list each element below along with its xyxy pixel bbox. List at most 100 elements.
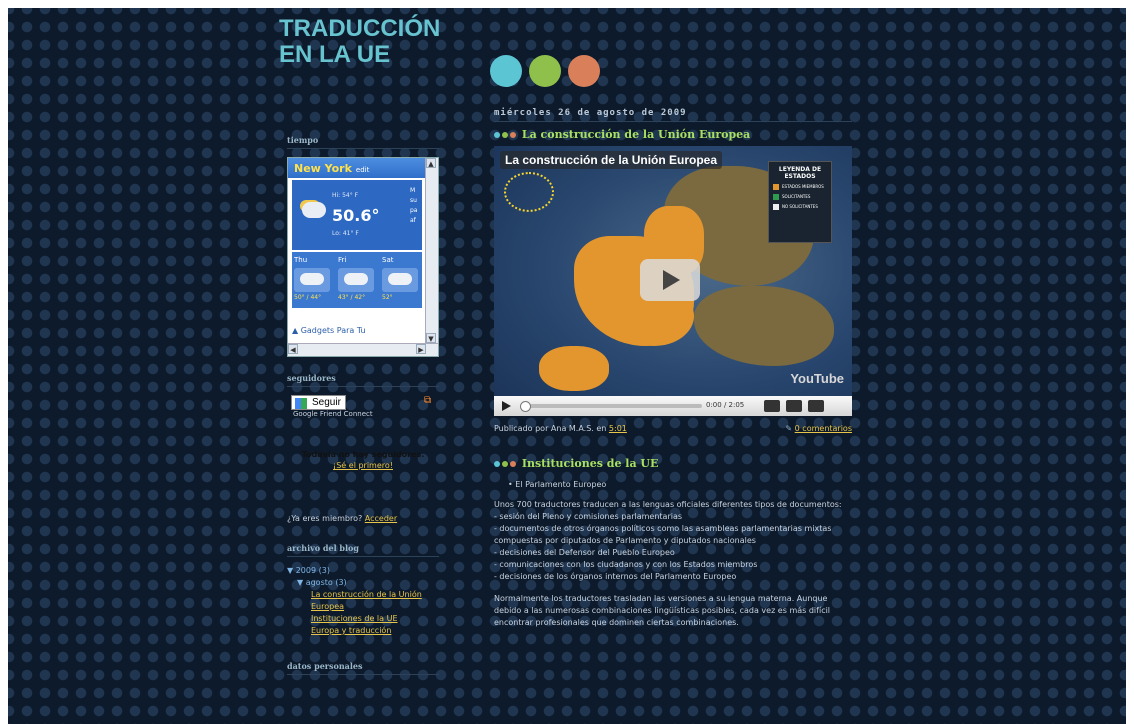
- comments-link[interactable]: 0 comentarios: [795, 424, 852, 433]
- archive-post: Europa y traducción: [311, 625, 439, 637]
- forecast-day: Thu 50° / 44°: [294, 256, 334, 301]
- post-title[interactable]: Instituciones de la UE: [494, 457, 852, 470]
- weather-forecast: Thu 50° / 44° Fri 43° / 42° Sat 52°: [292, 252, 422, 308]
- post-paragraph: Unos 700 traductores traducen a las leng…: [494, 500, 842, 581]
- forecast-day: Sat 52°: [382, 256, 422, 301]
- cyan-dot-icon: [494, 461, 500, 467]
- video-player[interactable]: La construcción de la Unión Europea LEYE…: [494, 146, 852, 416]
- follow-button-label: Seguir: [312, 397, 341, 408]
- forecast-day-name: Sat: [382, 256, 394, 264]
- weather-header: New York edit: [288, 158, 438, 178]
- legend-item-label: NO SOLICITANTES: [782, 204, 818, 209]
- list-item-text: El Parlamento Europeo: [515, 480, 607, 489]
- post-title[interactable]: La construcción de la Unión Europea: [494, 128, 852, 141]
- archive-month[interactable]: ▼ agosto (3): [297, 577, 439, 589]
- play-overlay-icon[interactable]: [640, 259, 700, 301]
- legend-item-label: ESTADOS MIEMBROS: [782, 184, 824, 189]
- play-icon[interactable]: [502, 401, 511, 411]
- weather-city: New York: [294, 162, 352, 175]
- legend-row: NO SOLICITANTES: [773, 204, 831, 210]
- weather-gadget[interactable]: New York edit Hi: 54° F 50.6° Lo: 41° F M…: [287, 157, 439, 357]
- archive-year[interactable]: ▼ 2009 (3): [287, 565, 439, 577]
- archive-post-link[interactable]: Europa y traducción: [311, 626, 391, 635]
- weather-current: Hi: 54° F 50.6° Lo: 41° F M su pa af: [292, 180, 422, 250]
- forecast-day: Fri 43° / 42°: [338, 256, 378, 301]
- archive-month-label: agosto (3): [305, 578, 347, 587]
- legend-swatch: [773, 194, 779, 200]
- be-first-container: ¡Sé el primero!: [287, 461, 439, 470]
- be-first-link[interactable]: ¡Sé el primero!: [333, 461, 393, 470]
- already-member-text: ¿Ya eres miembro?: [287, 514, 363, 523]
- video-time: 0:00 / 2:05: [706, 401, 745, 409]
- comment-icon: ✎: [785, 424, 793, 433]
- post-title-text: La construcción de la Unión Europea: [521, 128, 751, 141]
- list-item: • El Parlamento Europeo: [508, 480, 607, 489]
- login-link[interactable]: Acceder: [365, 514, 397, 523]
- followers-widget-title: seguidores: [287, 373, 439, 387]
- google-icon: [295, 398, 307, 409]
- post-time-link[interactable]: 5:01: [609, 424, 627, 433]
- progress-bar[interactable]: [522, 404, 702, 408]
- archive-post-link[interactable]: La construcción de la Unión Europea: [311, 590, 422, 611]
- map-eu-states: [539, 346, 609, 391]
- cloud-icon: [382, 268, 418, 292]
- archive-post-link[interactable]: Instituciones de la UE: [311, 614, 398, 623]
- main-column: miércoles 26 de agosto de 2009 La constr…: [494, 108, 852, 629]
- archive-post: Instituciones de la UE: [311, 613, 439, 625]
- legend-title: LEYENDA DE ESTADOS: [778, 166, 822, 180]
- scroll-up-icon[interactable]: ▲: [426, 158, 436, 168]
- weather-temperature: 50.6°: [332, 206, 380, 225]
- post-footer: Publicado por Ana M.A.S. en 5:01 ✎ 0 com…: [494, 424, 852, 433]
- blog-title-line2[interactable]: EN LA UE: [279, 41, 390, 68]
- weather-side-text: M su pa af: [410, 187, 418, 224]
- legend-row: ESTADOS MIEMBROS: [773, 184, 831, 190]
- weather-low: Lo: 41° F: [332, 230, 359, 237]
- forecast-day-name: Thu: [294, 256, 308, 264]
- archive-widget-title: archivo del blog: [287, 543, 439, 557]
- legend-row: SOLICITANTES: [773, 194, 831, 200]
- sidebar: tiempo New York edit Hi: 54° F 50.6° Lo: …: [287, 135, 439, 683]
- scroll-left-icon[interactable]: ◀: [288, 344, 298, 354]
- cyan-dot: [490, 55, 522, 87]
- weather-edit-link[interactable]: edit: [356, 166, 369, 174]
- legend-swatch: [773, 184, 779, 190]
- forecast-temps: 52°: [382, 294, 393, 301]
- vertical-scrollbar[interactable]: ▲ ▼: [425, 158, 438, 343]
- popout-icon[interactable]: ⧉: [424, 395, 431, 406]
- forecast-temps: 50° / 44°: [294, 294, 322, 301]
- salmon-dot: [568, 55, 600, 87]
- green-dot: [529, 55, 561, 87]
- progress-handle[interactable]: [520, 401, 531, 412]
- followers-widget: Seguir ⧉ Google Friend Connect Todavía n…: [287, 395, 439, 523]
- horizontal-scrollbar[interactable]: ◀ ▶: [288, 343, 438, 356]
- comments: ✎ 0 comentarios: [785, 424, 852, 433]
- forecast-temps: 43° / 42°: [338, 294, 366, 301]
- video-controls: 0:00 / 2:05: [494, 396, 852, 416]
- scroll-right-icon[interactable]: ▶: [416, 344, 426, 354]
- header-dots: [490, 55, 607, 91]
- cyan-dot-icon: [494, 132, 500, 138]
- no-followers-text: Todavía no hay seguidores.: [301, 450, 425, 459]
- weather-high: Hi: 54° F: [332, 192, 359, 199]
- blog-title[interactable]: TRADUCCIÓN EN LA UE: [279, 16, 440, 68]
- partly-cloudy-icon: [302, 202, 326, 218]
- video-title[interactable]: La construcción de la Unión Europea: [500, 151, 723, 169]
- gadgets-link[interactable]: ▲ Gadgets Para Tu: [292, 326, 366, 335]
- scroll-down-icon[interactable]: ▼: [426, 333, 436, 343]
- post-title-text: Instituciones de la UE: [521, 457, 659, 470]
- cloud-icon: [338, 268, 374, 292]
- archive-year-label: 2009 (3): [295, 566, 330, 575]
- green-dot-icon: [502, 461, 508, 467]
- eu-stars-icon: [504, 172, 554, 212]
- fullscreen-icon[interactable]: [808, 400, 824, 412]
- archive-post: La construcción de la Unión Europea: [311, 589, 439, 613]
- youtube-logo[interactable]: YouTube: [790, 371, 844, 386]
- captions-icon[interactable]: [786, 400, 802, 412]
- blog-title-line1[interactable]: TRADUCCIÓN: [279, 15, 440, 42]
- profile-widget-title: datos personales: [287, 661, 439, 675]
- published-by: Publicado por Ana M.A.S. en: [494, 424, 607, 433]
- cloud-icon: [294, 268, 330, 292]
- follow-button[interactable]: Seguir: [291, 395, 346, 410]
- archive-list: ▼ 2009 (3) ▼ agosto (3) La construcción …: [287, 565, 439, 637]
- volume-icon[interactable]: [764, 400, 780, 412]
